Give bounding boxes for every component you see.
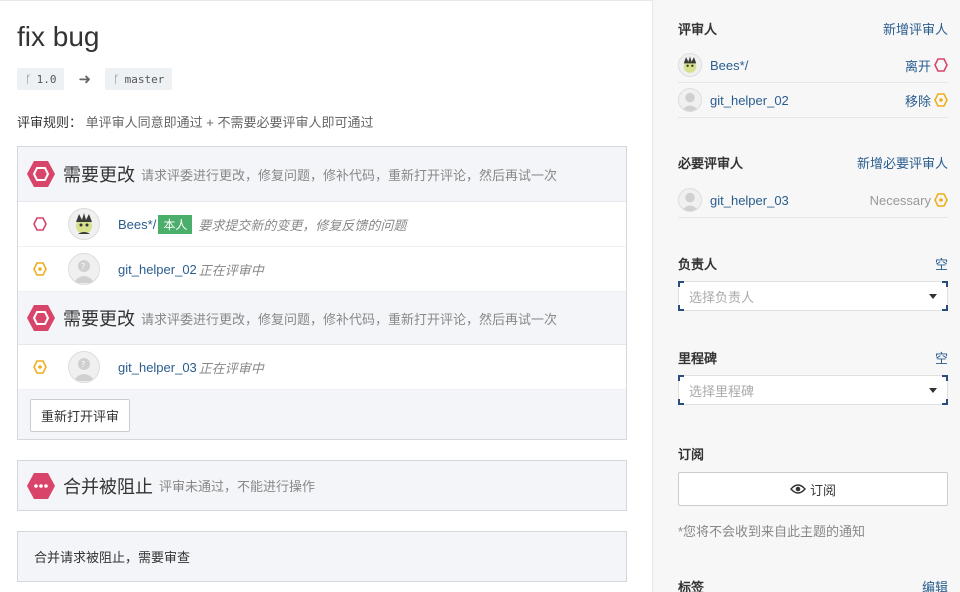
milestone-select[interactable]: 选择里程碑	[678, 375, 948, 405]
svg-text:?: ?	[81, 262, 85, 271]
avatar[interactable]	[678, 188, 702, 212]
pending-icon	[934, 93, 948, 107]
blocked-icon	[26, 471, 56, 501]
necessary-label: Necessary	[869, 192, 931, 208]
assignee-title: 负责人	[678, 256, 718, 272]
review-group-desc: 请求评委进行更改，修复问题，修补代码，重新打开评论，然后再试一次	[141, 311, 558, 327]
branch-info: ᚴ 1.0 ➜ ᚴ master	[17, 68, 173, 90]
self-badge: 本人	[158, 214, 193, 234]
add-reviewer-link[interactable]: 新增评审人	[883, 19, 948, 38]
required-reviewers-header: 必要评审人 新增必要评审人	[678, 152, 948, 172]
subscribe-header: 订阅	[678, 443, 948, 463]
assignee-section: 负责人 空 选择负责人	[678, 253, 948, 311]
pending-icon	[32, 359, 48, 375]
reviewer-name-link[interactable]: git_helper_02	[710, 93, 905, 108]
reviewer-name-link[interactable]: git_helper_02	[118, 262, 197, 277]
subscribe-note: *您将不会收到来自此主题的通知	[678, 524, 866, 539]
dropdown-caret-icon	[929, 388, 937, 393]
milestone-header: 里程碑 空	[678, 347, 948, 367]
edit-labels-link[interactable]: 编辑	[922, 577, 948, 592]
source-branch[interactable]: ᚴ 1.0	[17, 68, 65, 90]
changes-requested-icon	[32, 216, 48, 232]
reopen-area: 重新打开评审	[18, 390, 626, 441]
review-note: 要求提交新的变更，修复反馈的问题	[198, 217, 407, 233]
pending-icon	[32, 261, 48, 277]
reviewer-name-link[interactable]: Bees*/	[118, 217, 156, 232]
avatar[interactable]	[68, 208, 100, 240]
leave-label: 离开	[904, 58, 931, 74]
reviewer-name-link[interactable]: git_helper_03	[118, 360, 197, 375]
branch-icon: ᚴ	[113, 72, 120, 86]
sidebar: 评审人 新增评审人 Bees*/ 离开 git_helper_02 移除 必要评…	[652, 0, 960, 592]
hexagon-changes-icon	[934, 58, 948, 72]
reviewer-item: git_helper_02 移除	[678, 83, 948, 118]
assignee-placeholder: 选择负责人	[689, 289, 755, 305]
review-row: Bees*/ 本人 要求提交新的变更，修复反馈的问题	[18, 202, 626, 247]
merge-status-title: 合并被阻止	[63, 476, 153, 497]
assignee-select[interactable]: 选择负责人	[678, 281, 948, 311]
merge-status-panel: 合并被阻止 评审未通过，不能进行操作	[17, 460, 627, 511]
arrow-right-icon: ➜	[78, 71, 92, 88]
pending-icon	[934, 193, 948, 207]
reviewer-name-link[interactable]: git_helper_03	[710, 193, 870, 208]
assignee-empty-link[interactable]: 空	[935, 254, 948, 273]
page-title: fix bug	[17, 21, 100, 52]
subscribe-section: 订阅 订阅 *您将不会收到来自此主题的通知	[678, 443, 948, 540]
milestone-title: 里程碑	[678, 350, 718, 366]
required-reviewers-section: 必要评审人 新增必要评审人 git_helper_03 Necessary	[678, 152, 948, 218]
dropdown-caret-icon	[929, 294, 937, 299]
review-row: ? git_helper_03 正在评审中	[18, 345, 626, 390]
review-rules-label: 评审规则：	[17, 115, 83, 130]
milestone-empty-link[interactable]: 空	[935, 348, 948, 367]
review-row: ? git_helper_02 正在评审中	[18, 247, 626, 292]
necessary-status: Necessary	[870, 193, 948, 208]
main-content: fix bug ᚴ 1.0 ➜ ᚴ master 评审规则： 单评审人同意即通过…	[0, 0, 652, 592]
subscribe-button-label: 订阅	[809, 482, 836, 498]
svg-text:?: ?	[81, 360, 85, 369]
hexagon-changes-icon	[26, 159, 56, 189]
eye-icon	[790, 484, 806, 494]
reviewer-item: Bees*/ 离开	[678, 48, 948, 83]
reviewers-section: 评审人 新增评审人 Bees*/ 离开 git_helper_02 移除	[678, 18, 948, 118]
review-panel: 需要更改 请求评委进行更改，修复问题，修补代码，重新打开评论，然后再试一次 Be…	[17, 146, 627, 440]
remove-action[interactable]: 移除	[905, 91, 948, 110]
avatar[interactable]	[678, 53, 702, 77]
review-group-desc: 请求评委进行更改，修复问题，修补代码，重新打开评论，然后再试一次	[141, 167, 558, 183]
branch-icon: ᚴ	[25, 72, 32, 86]
add-required-reviewer-link[interactable]: 新增必要评审人	[857, 153, 948, 172]
reopen-review-button[interactable]: 重新打开评审	[30, 399, 131, 432]
review-rules-value: 单评审人同意即通过 + 不需要必要评审人即可通过	[85, 115, 374, 130]
review-rules: 评审规则： 单评审人同意即通过 + 不需要必要评审人即可通过	[17, 112, 373, 131]
remove-label: 移除	[904, 93, 931, 109]
subscribe-button[interactable]: 订阅	[678, 472, 948, 506]
review-group-header: 需要更改 请求评委进行更改，修复问题，修补代码，重新打开评论，然后再试一次	[18, 147, 626, 202]
review-group-header: 需要更改 请求评委进行更改，修复问题，修补代码，重新打开评论，然后再试一次	[18, 292, 626, 345]
labels-header: 标签 编辑	[678, 576, 948, 592]
required-reviewers-title: 必要评审人	[678, 155, 744, 171]
review-group-title: 需要更改	[63, 165, 135, 185]
milestone-placeholder: 选择里程碑	[689, 383, 755, 399]
milestone-section: 里程碑 空 选择里程碑	[678, 347, 948, 405]
avatar[interactable]	[678, 88, 702, 112]
assignee-header: 负责人 空	[678, 253, 948, 273]
hexagon-changes-icon	[26, 303, 56, 333]
labels-title: 标签	[678, 579, 705, 592]
required-reviewer-item: git_helper_03 Necessary	[678, 183, 948, 218]
merge-notice: 合并请求被阻止，需要审查	[17, 531, 627, 582]
avatar[interactable]: ?	[68, 253, 100, 285]
source-branch-label: 1.0	[36, 72, 57, 86]
target-branch-label: master	[124, 72, 165, 86]
reviewers-header: 评审人 新增评审人	[678, 18, 948, 38]
reviewer-name-link[interactable]: Bees*/	[710, 58, 905, 73]
subscribe-title: 订阅	[678, 446, 705, 462]
leave-action[interactable]: 离开	[905, 56, 948, 75]
target-branch[interactable]: ᚴ master	[105, 68, 173, 90]
avatar[interactable]: ?	[68, 351, 100, 383]
merge-status-desc: 评审未通过，不能进行操作	[159, 479, 316, 494]
review-note: 正在评审中	[198, 262, 264, 278]
reviewers-title: 评审人	[678, 21, 718, 37]
review-note: 正在评审中	[198, 360, 264, 376]
labels-section: 标签 编辑	[678, 576, 948, 592]
review-group-title: 需要更改	[63, 309, 135, 329]
